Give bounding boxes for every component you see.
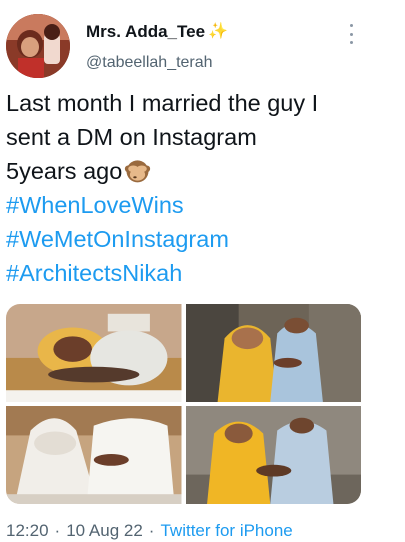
author-display-name[interactable]: Mrs. Adda_Tee ✨ (86, 22, 228, 42)
media-grid (6, 304, 361, 504)
meta-separator: · (54, 521, 61, 540)
wedding-photo-4[interactable] (185, 406, 361, 504)
display-name-text: Mrs. Adda_Tee (86, 22, 206, 41)
tweet-line: sent a DM on Instagram (6, 124, 257, 150)
meta-separator: · (148, 521, 155, 540)
author-avatar[interactable] (6, 14, 70, 78)
tweet-source-link[interactable]: Twitter for iPhone (160, 521, 292, 541)
tweet-meta: 12:20 · 10 Aug 22 · Twitter for iPhone (6, 521, 293, 541)
more-options-icon[interactable] (344, 24, 358, 44)
tweet-text: Last month I married the guy I sent a DM… (6, 86, 396, 290)
wedding-photo-3[interactable] (6, 406, 182, 504)
tweet-line: Last month I married the guy I (6, 90, 319, 116)
author-handle[interactable]: @tabeellah_terah (86, 54, 213, 72)
wedding-photo-2[interactable] (185, 304, 361, 402)
hashtag-link[interactable]: #WeMetOnInstagram (6, 222, 396, 256)
profile-photo (6, 14, 70, 78)
see-no-evil-monkey-icon (125, 160, 151, 183)
tweet-date[interactable]: 10 Aug 22 (66, 521, 143, 541)
wedding-photo-1[interactable] (6, 304, 182, 402)
hashtag-link[interactable]: #ArchitectsNikah (6, 256, 396, 290)
tweet-line-with-emoji: 5years ago (6, 154, 396, 188)
tweet-time[interactable]: 12:20 (6, 521, 49, 541)
tweet-line: 5years ago (6, 158, 123, 184)
hashtag-link[interactable]: #WhenLoveWins (6, 188, 396, 222)
sparkles-icon: ✨ (208, 23, 228, 40)
